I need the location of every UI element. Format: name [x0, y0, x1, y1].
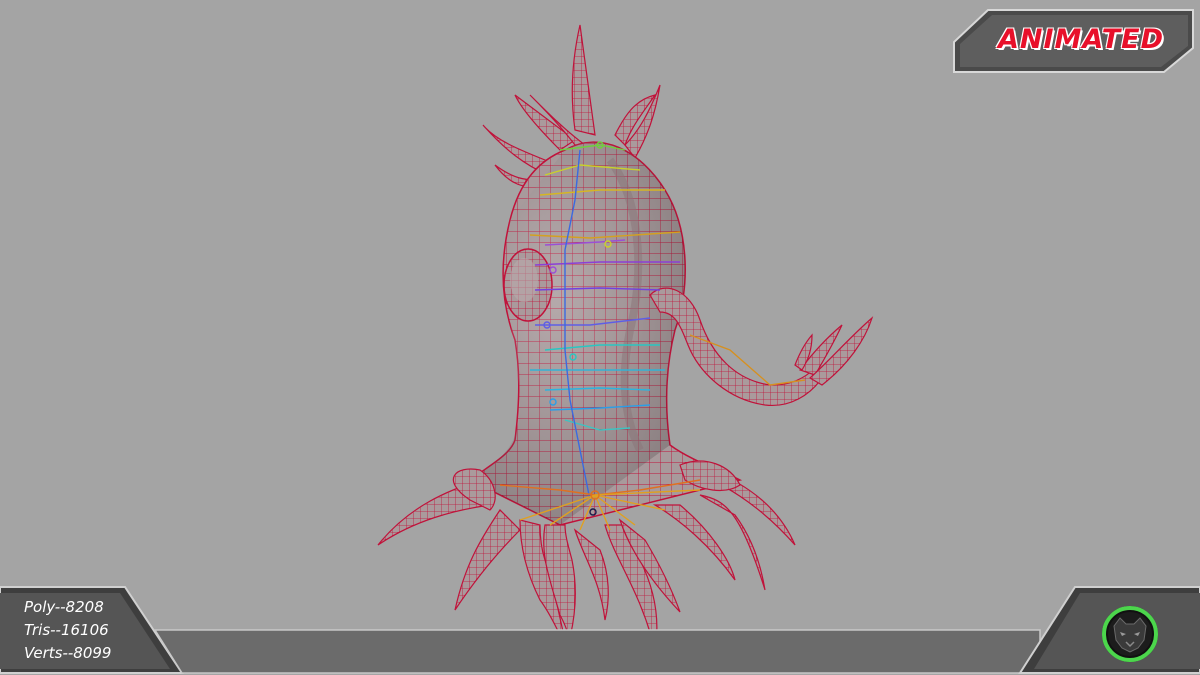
- black-panther-head-icon[interactable]: [1100, 604, 1160, 664]
- creature-arm: [649, 287, 823, 407]
- 3d-viewport[interactable]: ANIMATED Poly--8208 Tris--16106 Verts--8…: [0, 0, 1200, 675]
- wireframe-creature-model[interactable]: [0, 0, 1200, 675]
- bottom-info-bar: [0, 586, 1200, 674]
- tris-count: Tris--16106: [24, 621, 109, 639]
- poly-count: Poly--8208: [24, 598, 104, 616]
- animated-badge-label: ANIMATED: [998, 23, 1164, 55]
- verts-count: Verts--8099: [24, 644, 112, 662]
- polycount-stats: Poly--8208 Tris--16106 Verts--8099: [24, 596, 154, 665]
